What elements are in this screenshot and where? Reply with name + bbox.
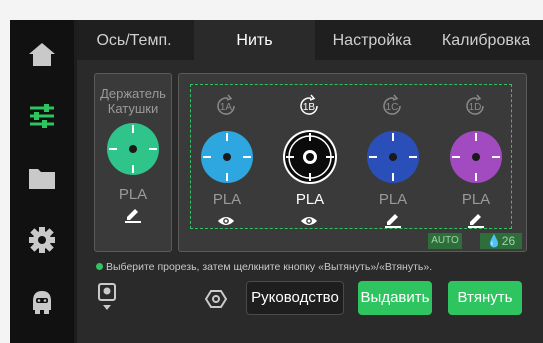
tab-calibration[interactable]: Калибровка xyxy=(429,20,543,60)
ams-slot[interactable]: 1C PLA xyxy=(358,88,428,228)
slot-material: PLA xyxy=(295,191,325,208)
ams-slot[interactable]: 1D PLA xyxy=(441,88,511,228)
slot-badge-icon: 1B xyxy=(300,94,318,115)
pen-icon[interactable] xyxy=(124,207,142,223)
tab-bar: Ось/Темп. Нить Настройка Калибровка xyxy=(77,20,543,60)
slot-material: PLA xyxy=(212,191,242,208)
slot-badge-label: 1C xyxy=(386,102,399,113)
auto-badge: AUTO xyxy=(428,233,462,249)
tab-settings[interactable]: Настройка xyxy=(315,20,429,60)
tab-filament[interactable]: Нить xyxy=(194,20,315,60)
camera-icon[interactable] xyxy=(98,283,116,311)
hint-label: Выберите прорезь, затем щелкните кнопку … xyxy=(106,261,433,273)
sidebar-settings[interactable] xyxy=(10,214,74,266)
slot-spool xyxy=(201,131,253,183)
humidity-value: 26 xyxy=(501,234,516,248)
robot-icon xyxy=(33,291,51,314)
slot-spool xyxy=(367,131,419,183)
hint-dot-icon xyxy=(96,263,103,270)
guide-button[interactable]: Руководство xyxy=(246,281,344,315)
sidebar-assistant[interactable] xyxy=(10,276,74,328)
spool-holder[interactable]: Держатель Катушки PLA xyxy=(94,73,172,252)
slot-badge-icon: 1A xyxy=(217,94,235,115)
eye-icon[interactable] xyxy=(217,213,235,229)
slot-badge-icon: 1C xyxy=(383,94,401,115)
sliders-icon xyxy=(30,104,54,128)
pen-icon[interactable] xyxy=(467,212,485,228)
slot-material: PLA xyxy=(378,191,408,208)
spool-holder-title: Держатель Катушки xyxy=(100,86,166,116)
hint-text: Выберите прорезь, затем щелкните кнопку … xyxy=(96,260,536,274)
folder-icon xyxy=(29,169,55,189)
slot-spool xyxy=(283,130,337,184)
slot-material: PLA xyxy=(461,191,491,208)
slot-badge-label: 1D xyxy=(469,102,482,113)
slot-badge-icon: 1D xyxy=(466,94,484,115)
sidebar-controls[interactable] xyxy=(10,90,74,142)
slot-spool xyxy=(450,131,502,183)
spool-holder-material: PLA xyxy=(118,186,148,203)
humidity-badge: 💧26 xyxy=(480,233,522,249)
slot-badge-label: 1B xyxy=(303,102,316,113)
nozzle-icon[interactable] xyxy=(205,289,227,309)
gear-icon xyxy=(29,227,55,253)
sidebar xyxy=(10,20,74,343)
sidebar-files[interactable] xyxy=(10,152,74,204)
sidebar-home[interactable] xyxy=(10,28,74,80)
extrude-button[interactable]: Выдавить xyxy=(358,281,432,315)
tab-axis-temp[interactable]: Ось/Темп. xyxy=(77,20,191,60)
pen-icon[interactable] xyxy=(384,212,402,228)
ams-slot[interactable]: 1B PLA xyxy=(275,88,345,228)
ams-slot[interactable]: 1A PLA xyxy=(192,88,262,228)
spool-holder-spool xyxy=(107,123,159,175)
humidity-icon: 💧 xyxy=(486,234,502,248)
home-icon xyxy=(29,43,55,66)
retract-button[interactable]: Втянуть xyxy=(448,281,522,315)
eye-icon[interactable] xyxy=(300,213,318,229)
slot-badge-label: 1A xyxy=(220,102,233,113)
